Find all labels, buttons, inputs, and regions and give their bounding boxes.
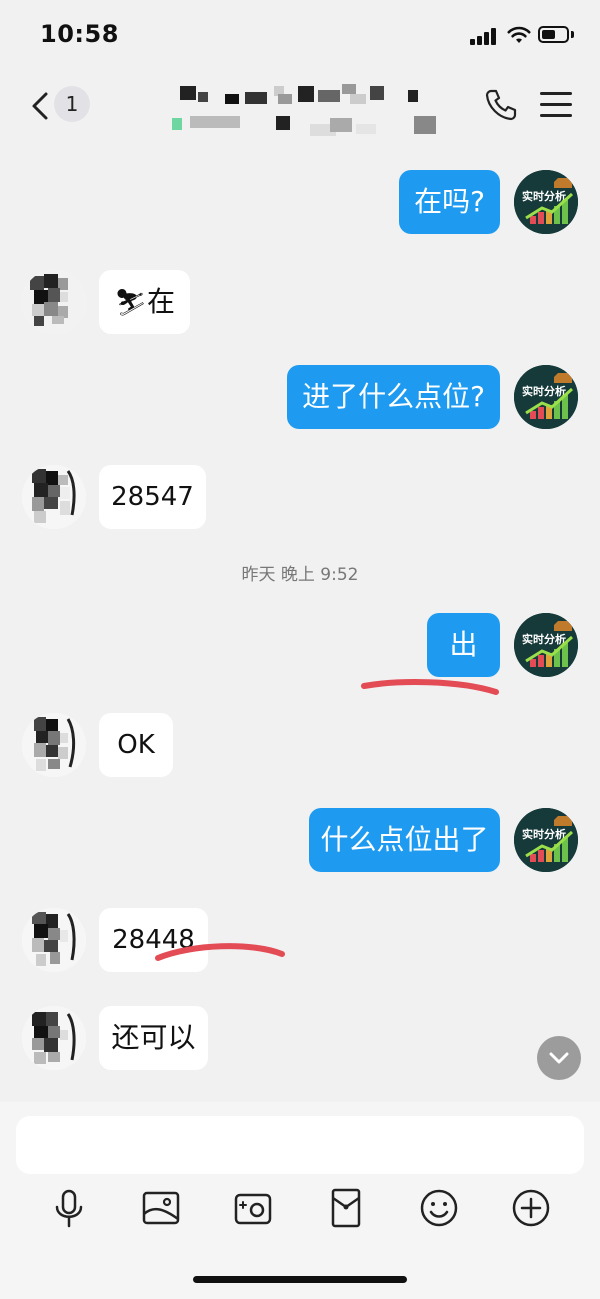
- avatar-label: 实时分析: [522, 189, 566, 203]
- status-time: 10:58: [40, 20, 119, 48]
- cellular-signal-icon: [470, 27, 498, 45]
- my-avatar[interactable]: 实时分析: [514, 170, 578, 234]
- annotation-underline: [155, 943, 285, 961]
- my-avatar[interactable]: 实时分析: [514, 613, 578, 677]
- wifi-icon: [507, 26, 531, 43]
- emoji-icon[interactable]: [417, 1186, 461, 1230]
- contact-avatar[interactable]: [22, 270, 86, 334]
- skier-emoji: ⛷: [113, 288, 147, 318]
- my-avatar[interactable]: 实时分析: [514, 365, 578, 429]
- message-bubble-outgoing[interactable]: 在吗?: [399, 170, 500, 234]
- contact-avatar[interactable]: [22, 465, 86, 529]
- message-bubble-incoming[interactable]: ⛷在: [99, 270, 190, 334]
- message-bubble-incoming[interactable]: OK: [99, 713, 173, 777]
- message-bubble-incoming[interactable]: 28547: [99, 465, 206, 529]
- battery-icon: [538, 26, 569, 43]
- contact-avatar[interactable]: [22, 713, 86, 777]
- contact-avatar[interactable]: [22, 908, 86, 972]
- message-bubble-outgoing[interactable]: 什么点位出了: [309, 808, 500, 872]
- avatar-label: 实时分析: [522, 827, 566, 841]
- message-bubble-outgoing[interactable]: 出: [427, 613, 500, 677]
- chevron-left-icon: [32, 92, 48, 120]
- phone-call-icon[interactable]: [484, 88, 518, 122]
- battery-tip: [571, 31, 574, 38]
- home-indicator: [193, 1276, 407, 1283]
- camera-icon[interactable]: [231, 1186, 275, 1230]
- message-text: 在: [147, 285, 176, 318]
- plus-icon[interactable]: [509, 1186, 553, 1230]
- message-bubble-outgoing[interactable]: 进了什么点位?: [287, 365, 500, 429]
- message-timestamp: 昨天 晚上 9:52: [241, 565, 359, 585]
- avatar-label: 实时分析: [522, 632, 566, 646]
- microphone-icon[interactable]: [47, 1186, 91, 1230]
- annotation-underline: [361, 679, 499, 695]
- my-avatar[interactable]: 实时分析: [514, 808, 578, 872]
- message-input[interactable]: [16, 1116, 584, 1174]
- avatar-label: 实时分析: [522, 384, 566, 398]
- scroll-to-bottom-button[interactable]: [537, 1036, 581, 1080]
- image-icon[interactable]: [139, 1186, 183, 1230]
- unread-count-badge: 1: [54, 86, 90, 122]
- contact-avatar[interactable]: [22, 1006, 86, 1070]
- menu-icon[interactable]: [540, 92, 572, 118]
- message-bubble-incoming[interactable]: 还可以: [99, 1006, 208, 1070]
- chevron-down-icon: [549, 1052, 569, 1064]
- red-packet-icon[interactable]: [324, 1186, 368, 1230]
- contact-name-redacted: [170, 82, 440, 142]
